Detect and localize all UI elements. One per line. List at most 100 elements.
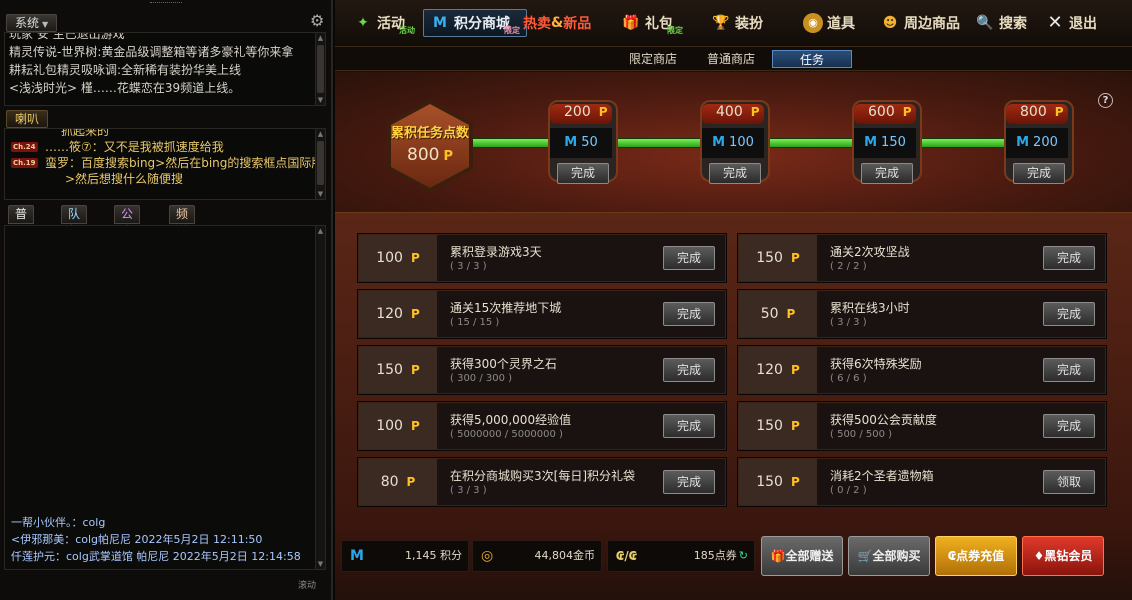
- task-points-value: 120: [756, 362, 783, 378]
- system-line: 耕耘礼包精灵吸咏调:全新稀有装扮华美上线: [9, 63, 242, 77]
- points-unit: P: [786, 307, 796, 321]
- task-name: 获得300个灵界之石: [450, 357, 557, 371]
- nav-exit[interactable]: ✕ 退出: [1045, 9, 1097, 37]
- nav-label: 道具: [827, 16, 855, 32]
- diamond-icon: ♦: [1033, 549, 1045, 563]
- milestone-points-value: 200: [564, 104, 591, 120]
- task-row: 50 P 累积在线3小时 ( 3 / 3 ) 完成: [737, 289, 1107, 339]
- chat-message: 一帮小伙伴。：colg: [11, 516, 106, 529]
- scroll-down-icon[interactable]: ▼: [316, 95, 325, 105]
- scroll-down-icon[interactable]: ▼: [316, 559, 325, 569]
- milestone-800: 800 P M 200 完成: [1004, 100, 1074, 190]
- nav-gift-pack[interactable]: 🎁 礼包 限定: [621, 9, 683, 37]
- task-name: 获得6次特殊奖励: [830, 357, 922, 371]
- milestone-points-value: 800: [1020, 104, 1047, 120]
- horn-line: Ch.19 蛮罗：百度搜索bing>然后在bing的搜索框点国际版: [5, 155, 325, 171]
- task-points: 80 P: [359, 459, 437, 505]
- task-name: 在积分商城购买3次[每日]积分礼袋: [450, 469, 635, 483]
- nav-search[interactable]: 🔍 搜索: [975, 9, 1027, 37]
- milestone-points: 800 P: [1006, 104, 1068, 124]
- top-nav: ✦ 活动 活动 M 积分商城 限定 热卖 & 新品 🎁 礼包 限定 🏆 装扮 ◉ 道具 ☻…: [335, 0, 1132, 47]
- refresh-icon[interactable]: ↻: [739, 549, 748, 562]
- coupon-balance: ₢/₢ 185点券 ↻: [607, 540, 755, 572]
- tab-normal[interactable]: 普通▼: [8, 205, 35, 254]
- milestone-complete-button[interactable]: 完成: [1013, 163, 1065, 184]
- task-name: 通关2次攻坚战: [830, 245, 910, 259]
- task-row: 150 P 通关2次攻坚战 ( 2 / 2 ) 完成: [737, 233, 1107, 283]
- system-channel-button[interactable]: 系统 ▼: [6, 14, 58, 32]
- scroll-down-icon[interactable]: ▼: [316, 189, 325, 199]
- total-points-value: 800 P: [387, 145, 473, 165]
- nav-label: 周边商品: [904, 16, 960, 32]
- task-claim-button[interactable]: 领取: [1043, 470, 1095, 494]
- task-action-button[interactable]: 完成: [663, 246, 715, 270]
- horn-text: 蛮罗：百度搜索bing>然后在bing的搜索框点国际版: [45, 156, 324, 170]
- task-progress: ( 0 / 2 ): [830, 485, 867, 496]
- task-action-button[interactable]: 完成: [663, 302, 715, 326]
- scroll-thumb[interactable]: [317, 45, 324, 93]
- scroll-up-icon[interactable]: ▲: [316, 129, 325, 139]
- panel-drag-handle[interactable]: [150, 2, 182, 5]
- task-points: 100 P: [359, 403, 437, 449]
- task-points: 50 P: [739, 291, 817, 337]
- nav-point-mall[interactable]: M 积分商城 限定: [423, 9, 527, 37]
- horn-tab[interactable]: 喇叭: [6, 110, 49, 128]
- chat-scrollbar[interactable]: ▲ ▼: [315, 226, 325, 569]
- tab-tasks[interactable]: 任务: [772, 50, 852, 68]
- task-points-value: 100: [376, 250, 403, 266]
- scroll-up-icon[interactable]: ▲: [316, 33, 325, 43]
- task-action-button[interactable]: 完成: [663, 414, 715, 438]
- task-action-button[interactable]: 完成: [1043, 302, 1095, 326]
- gear-icon[interactable]: ⚙: [310, 13, 326, 29]
- recharge-button[interactable]: ₢点券充值: [935, 536, 1017, 576]
- nav-event[interactable]: ✦ 活动 活动: [353, 9, 415, 37]
- buy-all-button[interactable]: 🛒全部购买: [848, 536, 930, 576]
- tab-limited-shop[interactable]: 限定商店: [621, 50, 685, 68]
- task-action-button[interactable]: 完成: [663, 358, 715, 382]
- nav-avatar[interactable]: 🏆 装扮: [711, 9, 763, 37]
- task-action-button[interactable]: 完成: [663, 470, 715, 494]
- task-progress: ( 3 / 3 ): [830, 317, 867, 328]
- nav-items[interactable]: ◉ 道具: [803, 9, 855, 37]
- nav-amp: &: [551, 15, 564, 31]
- milestone-400: 400 P M 100 完成: [700, 100, 770, 190]
- points-unit: P: [410, 419, 420, 433]
- recharge-label: 点券充值: [956, 549, 1005, 563]
- nav-label: 热卖: [523, 16, 551, 32]
- nav-label: 积分商城: [454, 16, 510, 32]
- task-points-value: 150: [376, 362, 403, 378]
- help-icon[interactable]: ?: [1098, 93, 1113, 108]
- scroll-thumb[interactable]: [317, 141, 324, 185]
- milestone-complete-button[interactable]: 完成: [709, 163, 761, 184]
- coupon-amount: 185点券: [693, 549, 737, 562]
- points-unit: P: [750, 105, 760, 119]
- gift-all-button[interactable]: 🎁全部赠送: [761, 536, 843, 576]
- tab-normal-shop[interactable]: 普通商店: [699, 50, 763, 68]
- tab-channel[interactable]: 频道▼: [169, 205, 196, 254]
- milestone-complete-button[interactable]: 完成: [861, 163, 913, 184]
- horn-scrollbar[interactable]: ▲ ▼: [315, 129, 325, 199]
- nav-merch[interactable]: ☻ 周边商品: [880, 9, 960, 37]
- task-row: 120 P 获得6次特殊奖励 ( 6 / 6 ) 完成: [737, 345, 1107, 395]
- milestone-complete-button[interactable]: 完成: [557, 163, 609, 184]
- horn-line: >然后想搜什么随便搜: [5, 171, 325, 187]
- tab-team[interactable]: 队伍▼: [61, 205, 88, 254]
- horn-text: 抓起来的: [61, 128, 110, 138]
- nav-hot-new[interactable]: 热卖 & 新品: [523, 9, 591, 37]
- task-row: 150 P 获得500公会贡献度 ( 500 / 500 ) 完成: [737, 401, 1107, 451]
- points-unit: P: [410, 251, 420, 265]
- progress-bar-segment: [617, 138, 713, 148]
- m-coin-icon: M: [433, 15, 447, 31]
- task-progress: ( 5000000 / 5000000 ): [450, 429, 563, 440]
- task-action-button[interactable]: 完成: [1043, 246, 1095, 270]
- system-line: <浅浅时光> 槿……花蝶恋在39频道上线。: [9, 81, 241, 95]
- system-scrollbar[interactable]: ▲ ▼: [315, 33, 325, 105]
- vip-button[interactable]: ♦黑钻会员: [1022, 536, 1104, 576]
- gold-balance: ◎ 44,804金币: [472, 540, 602, 572]
- scroll-up-icon[interactable]: ▲: [316, 226, 325, 236]
- tab-guild[interactable]: 公会▼: [114, 205, 141, 254]
- task-action-button[interactable]: 完成: [1043, 414, 1095, 438]
- gift-all-label: 全部赠送: [785, 549, 834, 563]
- milestone-points: 600 P: [854, 104, 916, 124]
- task-action-button[interactable]: 完成: [1043, 358, 1095, 382]
